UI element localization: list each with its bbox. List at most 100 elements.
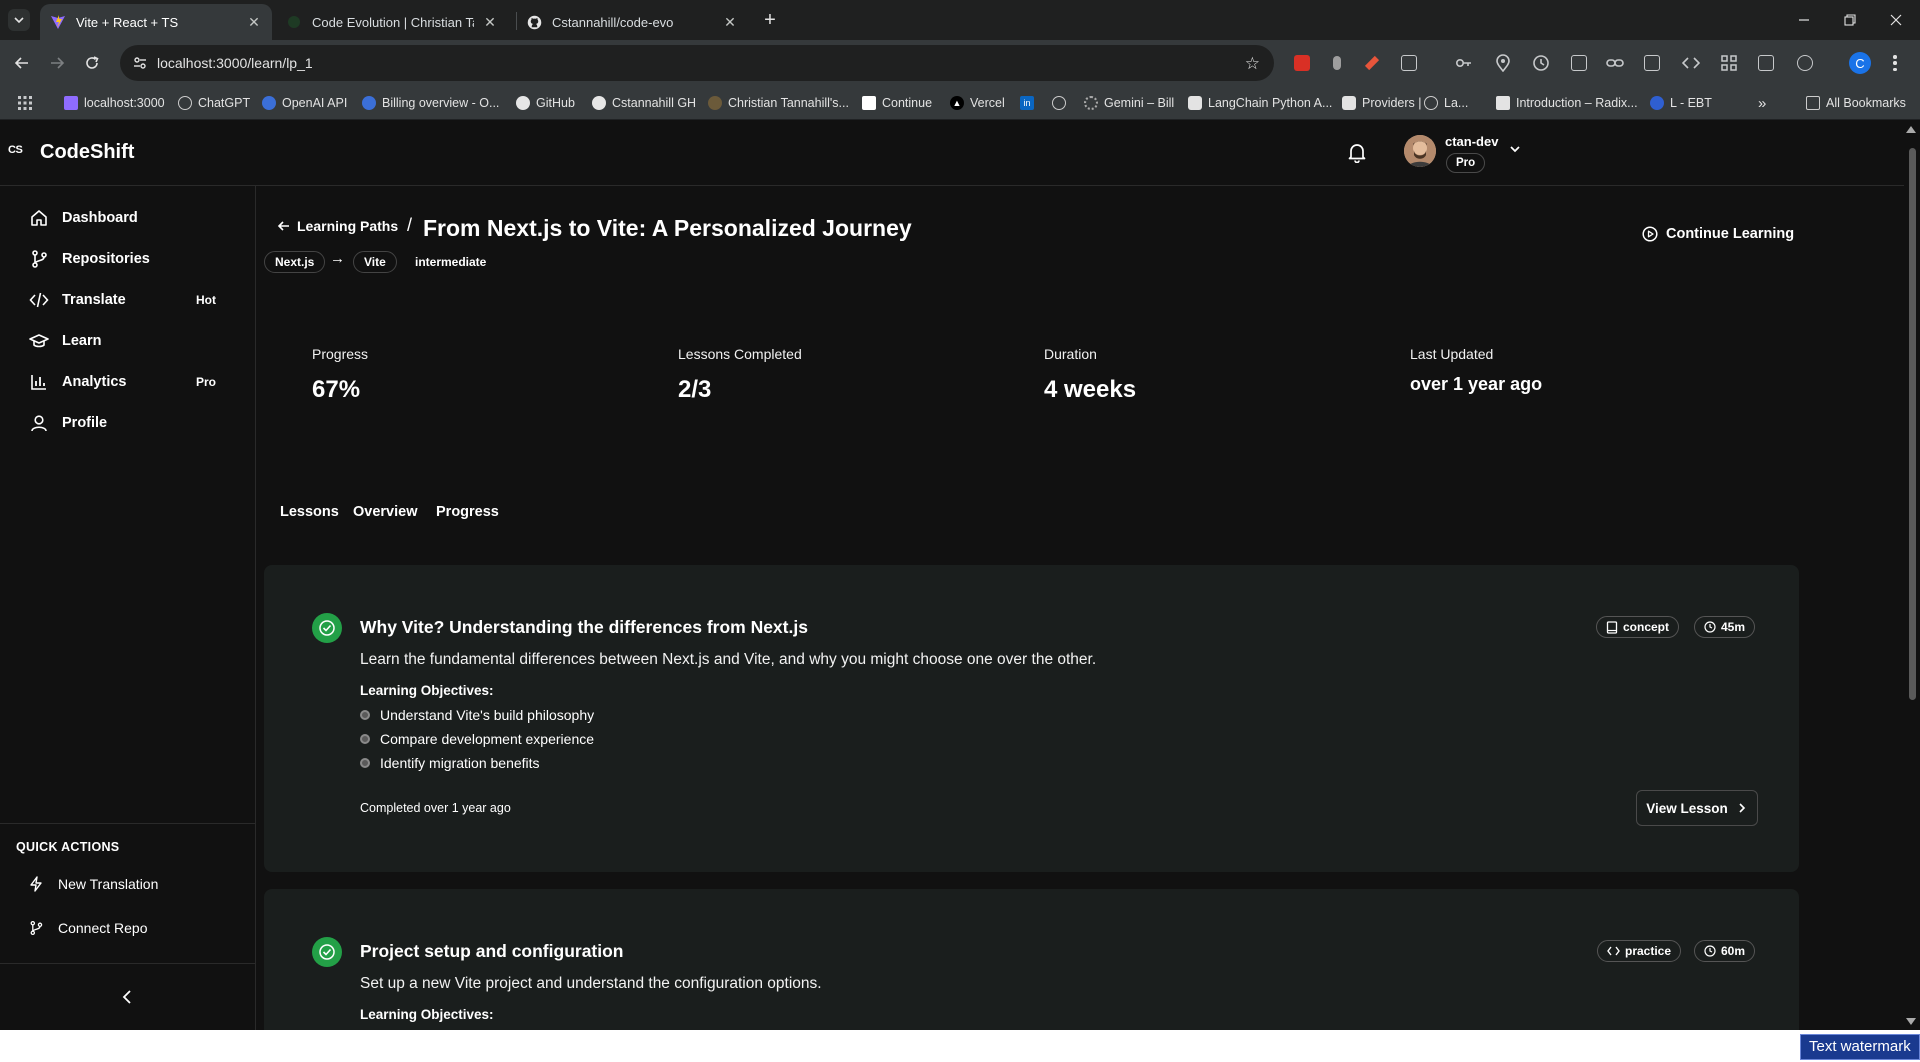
bookmark-item[interactable]: Providers |: [1342, 94, 1422, 112]
sidebar-item-learn[interactable]: Learn: [12, 322, 244, 360]
stat-value: 4 weeks: [1044, 376, 1137, 403]
globe-icon: [1052, 96, 1066, 110]
sidebar-item-analytics[interactable]: Analytics Pro: [12, 363, 244, 401]
lesson-title: Project setup and configuration: [360, 941, 624, 961]
lesson-type-badge: practice: [1597, 940, 1682, 962]
profile-avatar[interactable]: C: [1849, 52, 1871, 74]
user-name: ctan-dev: [1445, 134, 1499, 149]
globe-icon: [362, 96, 376, 110]
link-icon[interactable]: [1606, 54, 1624, 72]
brand-logo[interactable]: CS: [8, 144, 23, 156]
close-icon[interactable]: ✕: [482, 14, 498, 30]
tab-code-evolution[interactable]: Code Evolution | Christian Tann ✕: [276, 4, 508, 40]
code-icon[interactable]: [1682, 54, 1700, 72]
grid-icon[interactable]: [1720, 54, 1738, 72]
bookmark-item[interactable]: Christian Tannahill's...: [708, 94, 849, 112]
close-window-button[interactable]: [1873, 0, 1919, 40]
bookmark-item[interactable]: ▲ Vercel: [950, 94, 1005, 112]
side-panel-icon[interactable]: [1757, 54, 1775, 72]
restore-button[interactable]: [1827, 0, 1873, 40]
bookmark-item[interactable]: GitHub: [516, 94, 575, 112]
all-bookmarks-folder[interactable]: All Bookmarks: [1806, 94, 1906, 112]
extension-icon[interactable]: [1328, 54, 1346, 72]
clock-icon: [1704, 621, 1716, 633]
bookmark-item[interactable]: La...: [1424, 94, 1468, 112]
sidebar-item-profile[interactable]: Profile: [12, 404, 244, 442]
avatar[interactable]: [1404, 135, 1436, 167]
stat-duration: Duration 4 weeks: [1044, 346, 1136, 404]
profile-sync-icon[interactable]: [1796, 54, 1814, 72]
stat-label: Lessons Completed: [678, 346, 802, 362]
bookmark-item[interactable]: LangChain Python A...: [1188, 94, 1332, 112]
apps-grid-icon[interactable]: [18, 94, 32, 112]
reload-button[interactable]: [80, 51, 104, 75]
minimize-button[interactable]: [1781, 0, 1827, 40]
sidebar-item-label: Analytics: [62, 374, 127, 390]
sidebar-item-repositories[interactable]: Repositories: [12, 240, 244, 278]
close-icon[interactable]: ✕: [246, 14, 262, 30]
extension-icon[interactable]: [1293, 54, 1311, 72]
browser-menu-icon[interactable]: [1893, 52, 1897, 74]
continue-learning-label: Continue Learning: [1666, 226, 1795, 242]
url-text[interactable]: localhost:3000/learn/lp_1: [157, 55, 313, 71]
tab-vite[interactable]: Vite + React + TS ✕: [40, 4, 272, 40]
tab-search-button[interactable]: [8, 9, 30, 31]
lesson-description: Learn the fundamental differences betwee…: [360, 651, 1097, 668]
location-icon[interactable]: [1494, 54, 1512, 72]
back-button[interactable]: [10, 51, 34, 75]
close-icon[interactable]: ✕: [722, 14, 738, 30]
site-info-icon[interactable]: [132, 55, 148, 71]
extensions-puzzle-icon[interactable]: [1400, 54, 1418, 72]
continue-learning-button[interactable]: Continue Learning: [1642, 226, 1794, 242]
tab-github[interactable]: Cstannahill/code-evo ✕: [516, 4, 748, 40]
new-tab-button[interactable]: +: [758, 8, 782, 32]
arrow-right-icon: [51, 57, 65, 69]
back-to-learning-paths-link[interactable]: Learning Paths: [277, 218, 398, 234]
scrollbar-thumb[interactable]: [1909, 148, 1916, 700]
forward-button[interactable]: [45, 51, 69, 75]
linkedin-icon: in: [1020, 96, 1034, 110]
reading-list-icon[interactable]: [1570, 54, 1588, 72]
bookmark-item[interactable]: OpenAI API: [262, 94, 347, 112]
bookmark-item[interactable]: Continue: [862, 94, 932, 112]
history-icon[interactable]: [1532, 54, 1550, 72]
bell-icon[interactable]: [1346, 141, 1368, 163]
address-bar[interactable]: localhost:3000/learn/lp_1 ☆: [120, 45, 1274, 81]
extension-icon[interactable]: [1363, 54, 1381, 72]
bookmark-item[interactable]: in: [1020, 94, 1040, 112]
tab-progress[interactable]: Progress: [436, 504, 499, 520]
new-translation-button[interactable]: New Translation: [12, 867, 244, 901]
stat-progress: Progress 67%: [312, 346, 368, 404]
bookmark-item[interactable]: L - EBT: [1650, 94, 1712, 112]
chevron-down-icon[interactable]: [1508, 142, 1522, 156]
bookmark-item[interactable]: Gemini – Bill: [1084, 94, 1174, 112]
key-icon[interactable]: [1455, 54, 1473, 72]
bookmark-star-icon[interactable]: ☆: [1245, 54, 1260, 74]
restore-icon: [1844, 14, 1856, 26]
devices-icon[interactable]: [1643, 54, 1661, 72]
bookmark-item[interactable]: localhost:3000: [64, 94, 165, 112]
collapse-sidebar-icon[interactable]: [118, 987, 138, 1007]
hot-badge: Hot: [196, 293, 216, 307]
connect-repo-button[interactable]: Connect Repo: [12, 911, 244, 945]
view-lesson-button[interactable]: View Lesson: [1636, 790, 1758, 826]
tab-overview[interactable]: Overview: [353, 504, 418, 520]
code-icon: [1607, 946, 1620, 956]
bookmark-item[interactable]: [1052, 94, 1072, 112]
bookmark-item[interactable]: Billing overview - O...: [362, 94, 499, 112]
objectives-heading: Learning Objectives:: [360, 1007, 494, 1022]
bookmark-item[interactable]: Introduction – Radix...: [1496, 94, 1638, 112]
github-icon: [516, 96, 530, 110]
tab-lessons[interactable]: Lessons: [280, 504, 339, 520]
scroll-down-arrow[interactable]: [1906, 1018, 1916, 1025]
plan-badge: Pro: [1446, 153, 1486, 173]
scroll-up-arrow[interactable]: [1906, 126, 1916, 133]
sidebar-item-translate[interactable]: Translate Hot: [12, 281, 244, 319]
browser-tab-bar: Vite + React + TS ✕ Code Evolution | Chr…: [0, 0, 1920, 40]
bookmark-item[interactable]: ChatGPT: [178, 94, 250, 112]
brand-name[interactable]: CodeShift: [40, 141, 134, 164]
sidebar-item-label: Repositories: [62, 251, 150, 267]
sidebar-item-dashboard[interactable]: Dashboard: [12, 199, 244, 237]
bookmark-item[interactable]: Cstannahill GH: [592, 94, 696, 112]
more-bookmarks-icon[interactable]: »: [1758, 94, 1766, 112]
